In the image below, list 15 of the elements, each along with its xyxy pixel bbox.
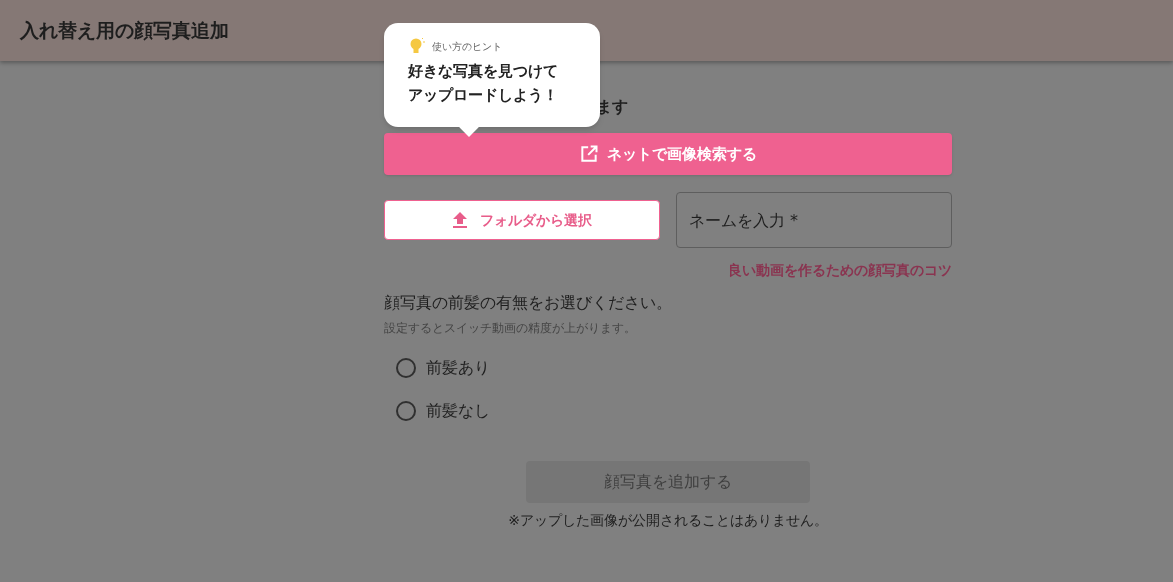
lightbulb-icon — [408, 37, 426, 55]
privacy-note: ※アップした画像が公開されることはありません。 — [508, 511, 828, 529]
tooltip-label: 使い方のヒント — [432, 39, 502, 54]
photo-tips-link[interactable]: 良い動画を作るための顔写真のコツ — [728, 261, 952, 279]
bangs-question: 顔写真の前髪の有無をお選びください。 — [384, 293, 673, 313]
bangs-radio-option[interactable]: 前髪あり — [396, 356, 952, 380]
page-title: 入れ替え用の顔写真追加 — [20, 18, 229, 44]
upload-icon — [452, 211, 468, 229]
name-input-field[interactable]: ネームを入力 * — [676, 192, 952, 248]
external-link-icon — [579, 144, 599, 164]
folder-select-button[interactable]: フォルダから選択 — [384, 200, 660, 240]
tooltip-message: アップロードしよう！ — [408, 85, 559, 106]
tooltip-message: 好きな写真を見つけて — [408, 61, 559, 82]
image-search-button[interactable]: ネットで画像検索する — [384, 133, 952, 175]
bangs-radio-option[interactable]: 前髪なし — [396, 399, 952, 423]
